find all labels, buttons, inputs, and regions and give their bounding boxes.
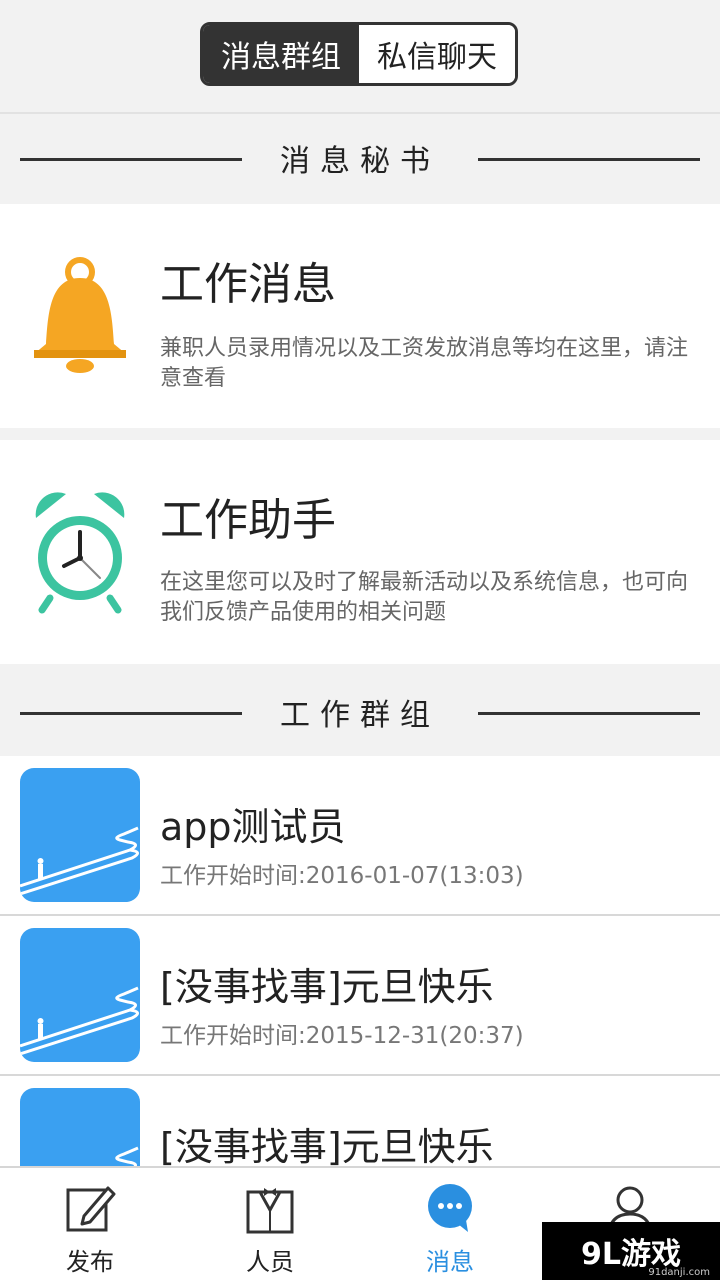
divider-left xyxy=(20,712,242,715)
divider-right xyxy=(478,712,700,715)
tab-publish[interactable]: 发布 xyxy=(0,1168,180,1282)
work-assistant-item[interactable]: 工作助手 在这里您可以及时了解最新活动以及系统信息，也可向我们反馈产品使用的相关… xyxy=(0,440,720,664)
group-avatar xyxy=(20,928,140,1062)
work-message-item[interactable]: 工作消息 兼职人员录用情况以及工资发放消息等均在这里，请注意查看 xyxy=(0,204,720,428)
tab-message-groups[interactable]: 消息群组 xyxy=(203,25,359,83)
tab-label: 发布 xyxy=(66,1248,114,1276)
alarm-clock-icon xyxy=(28,486,132,616)
watermark-url: 91danji.com xyxy=(648,1267,710,1278)
suit-icon xyxy=(246,1188,294,1234)
group-start-time: 工作开始时间:2015-12-31(20:37) xyxy=(160,1023,524,1049)
divider-left xyxy=(20,158,242,161)
bell-icon xyxy=(28,254,132,384)
tab-people[interactable]: 人员 xyxy=(180,1168,360,1282)
section-title: 工作群组 xyxy=(280,698,440,733)
tab-label: 人员 xyxy=(246,1248,294,1276)
item-description: 兼职人员录用情况以及工资发放消息等均在这里，请注意查看 xyxy=(160,336,689,391)
divider-right xyxy=(478,158,700,161)
watermark-logo: 9L游戏 91danji.com xyxy=(542,1222,720,1280)
group-start-time: 工作开始时间:2016-01-07(13:03) xyxy=(160,863,524,889)
group-list-item[interactable]: [没事找事]元旦快乐 工作开始时间:2015-12-31(20:37) xyxy=(0,916,720,1076)
item-title: 工作助手 xyxy=(160,495,336,546)
section-title: 消息秘书 xyxy=(280,144,440,179)
edit-icon xyxy=(66,1186,116,1232)
group-title: [没事找事]元旦快乐 xyxy=(160,965,494,1009)
tab-private-chat[interactable]: 私信聊天 xyxy=(359,25,515,83)
group-list-item[interactable]: app测试员 工作开始时间:2016-01-07(13:03) xyxy=(0,756,720,916)
chat-bubble-icon xyxy=(428,1184,472,1232)
section-header-work-groups: 工作群组 xyxy=(0,668,720,756)
tab-messages[interactable]: 消息 xyxy=(360,1168,540,1282)
group-title: app测试员 xyxy=(160,805,346,849)
section-header-secretary: 消息秘书 xyxy=(0,114,720,202)
group-title: [没事找事]元旦快乐 xyxy=(160,1125,494,1169)
group-avatar xyxy=(20,768,140,902)
item-description: 在这里您可以及时了解最新活动以及系统信息，也可向我们反馈产品使用的相关问题 xyxy=(160,570,689,625)
segmented-control: 消息群组 私信聊天 xyxy=(200,22,518,86)
tab-label: 消息 xyxy=(426,1248,474,1276)
item-title: 工作消息 xyxy=(160,259,336,310)
top-bar: 消息群组 私信聊天 xyxy=(0,0,720,114)
